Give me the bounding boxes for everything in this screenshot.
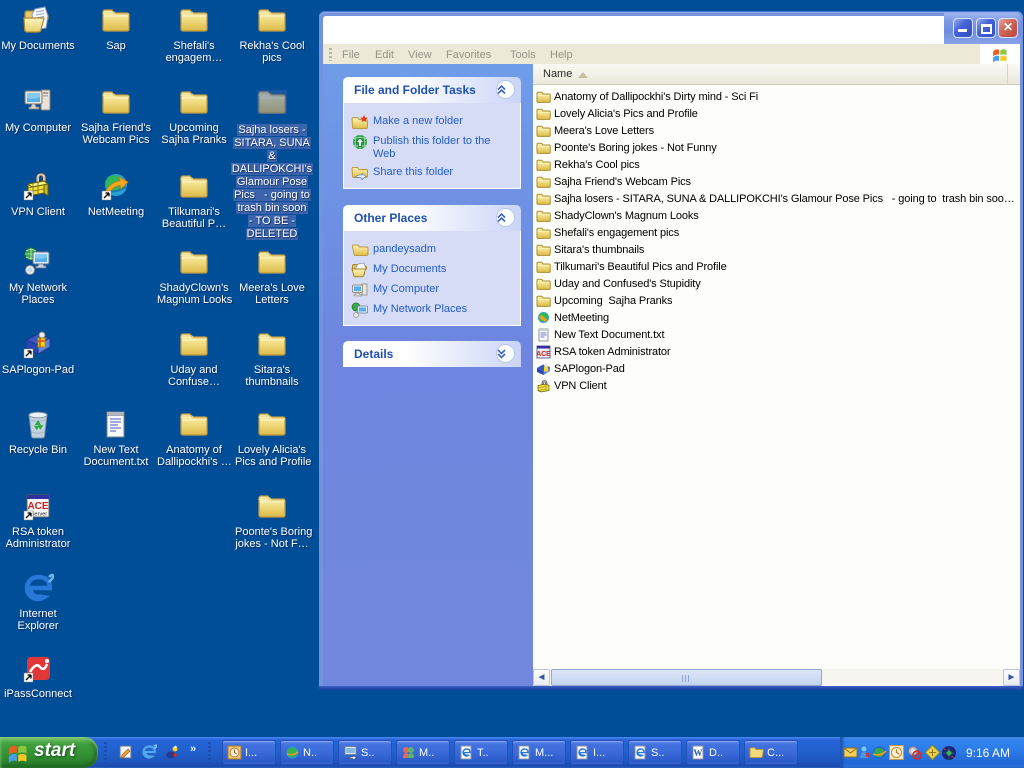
svg-text:W: W bbox=[694, 748, 703, 758]
